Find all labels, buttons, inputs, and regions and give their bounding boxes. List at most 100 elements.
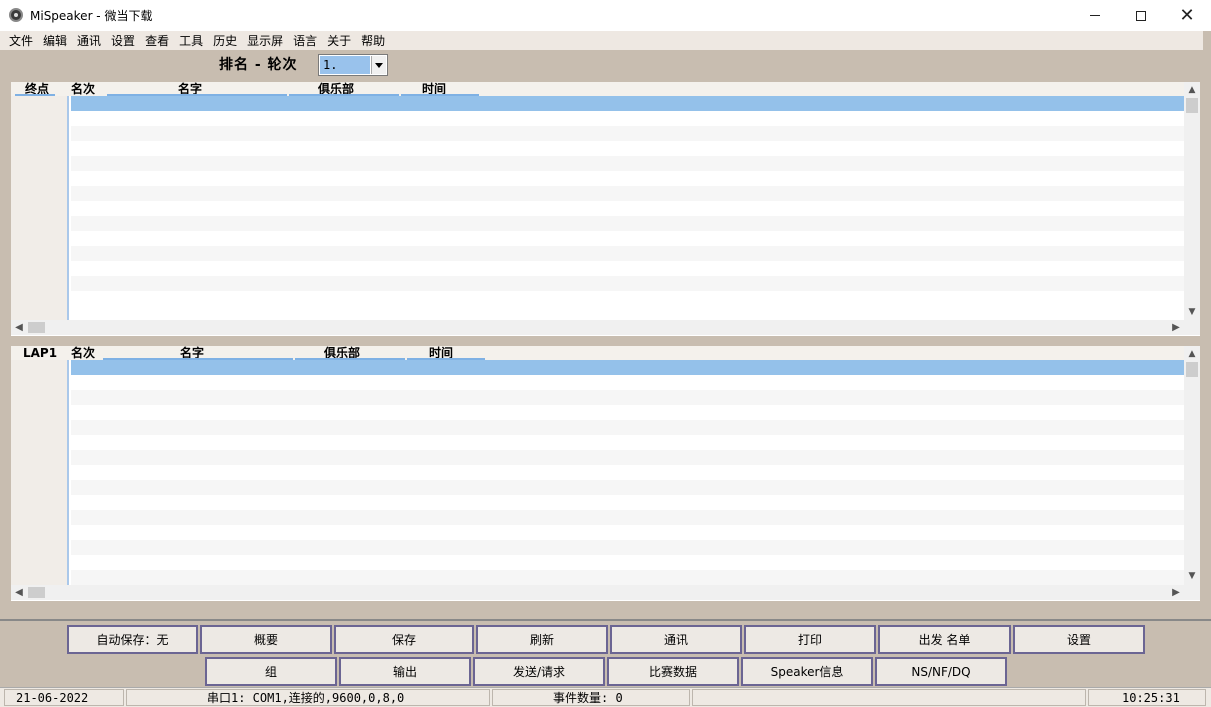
settings-button[interactable]: 设置: [1013, 625, 1145, 654]
table-row[interactable]: [71, 450, 1184, 465]
table-row[interactable]: [71, 156, 1184, 171]
table-row[interactable]: [71, 291, 1184, 306]
grid-rows: [71, 96, 1184, 306]
maximize-button[interactable]: [1118, 0, 1164, 31]
chevron-down-icon[interactable]: [371, 56, 386, 74]
table-row[interactable]: [71, 540, 1184, 555]
menu-history[interactable]: 历史: [208, 32, 242, 49]
output-button[interactable]: 输出: [339, 657, 471, 686]
speaker-info-button[interactable]: Speaker信息: [741, 657, 873, 686]
ranking-label: 排名 - 轮次: [219, 57, 298, 73]
finish-results-grid[interactable]: 终点 名次 名字 俱乐部 时间 ▲ ▼ ◀ ▶: [11, 82, 1200, 336]
grid-header: 终点 名次 名字 俱乐部 时间: [11, 82, 1184, 96]
vertical-scrollbar[interactable]: ▲ ▼: [1184, 82, 1200, 321]
scroll-right-icon[interactable]: ▶: [1168, 585, 1184, 600]
table-row[interactable]: [71, 375, 1184, 390]
table-row[interactable]: [71, 510, 1184, 525]
scroll-down-icon[interactable]: ▼: [1184, 304, 1200, 319]
grid-row-header-column: [11, 82, 69, 321]
status-empty: [692, 689, 1086, 706]
minimize-icon: [1090, 15, 1100, 16]
button-panel: 自动保存：无 概要 保存 刷新 通讯 打印 出发 名单 设置 组 输出 发送/请…: [0, 619, 1211, 686]
title-bar: MiSpeaker - 微当下载 ✕: [0, 0, 1211, 31]
maximize-icon: [1136, 10, 1146, 21]
status-port: 串口1: COM1,连接的,9600,0,8,0: [126, 689, 490, 706]
menu-settings[interactable]: 设置: [106, 32, 140, 49]
round-select[interactable]: 1.: [318, 54, 388, 76]
close-button[interactable]: ✕: [1164, 0, 1210, 31]
status-events: 事件数量: 0: [492, 689, 690, 706]
col-header-rank[interactable]: 名次: [71, 346, 95, 360]
window-title: MiSpeaker - 微当下载: [30, 9, 153, 23]
table-row[interactable]: [71, 186, 1184, 201]
grid-row-header-column: [11, 346, 69, 586]
menu-view[interactable]: 查看: [140, 32, 174, 49]
table-row[interactable]: [71, 405, 1184, 420]
minimize-button[interactable]: [1072, 0, 1118, 31]
table-row[interactable]: [71, 171, 1184, 186]
menu-help[interactable]: 帮助: [356, 32, 390, 49]
table-row[interactable]: [71, 390, 1184, 405]
start-list-button[interactable]: 出发 名单: [878, 625, 1011, 654]
table-row[interactable]: [71, 570, 1184, 585]
vertical-scrollbar[interactable]: ▲ ▼: [1184, 346, 1200, 586]
status-date: 21-06-2022: [4, 689, 124, 706]
group-button[interactable]: 组: [205, 657, 337, 686]
scroll-thumb[interactable]: [1186, 362, 1198, 377]
table-row[interactable]: [71, 201, 1184, 216]
table-row[interactable]: [71, 231, 1184, 246]
status-bar: 21-06-2022 串口1: COM1,连接的,9600,0,8,0 事件数量…: [0, 687, 1211, 707]
autosave-button[interactable]: 自动保存：无: [67, 625, 198, 654]
menu-edit[interactable]: 编辑: [38, 32, 72, 49]
scroll-left-icon[interactable]: ◀: [11, 320, 27, 335]
col-header-rank[interactable]: 名次: [71, 82, 95, 96]
table-row[interactable]: [71, 111, 1184, 126]
table-row[interactable]: [71, 246, 1184, 261]
table-row[interactable]: [71, 435, 1184, 450]
scroll-up-icon[interactable]: ▲: [1184, 346, 1200, 361]
grid-corner-label: LAP1: [23, 346, 58, 360]
save-button[interactable]: 保存: [334, 625, 474, 654]
lap-results-grid[interactable]: LAP1 名次 名字 俱乐部 时间 ▲ ▼ ◀ ▶: [11, 346, 1200, 601]
scroll-thumb[interactable]: [28, 587, 45, 598]
app-icon: [9, 8, 23, 22]
table-row[interactable]: [71, 465, 1184, 480]
table-row[interactable]: [71, 555, 1184, 570]
scroll-thumb[interactable]: [1186, 98, 1198, 113]
print-button[interactable]: 打印: [744, 625, 876, 654]
menu-file[interactable]: 文件: [4, 32, 38, 49]
table-row[interactable]: [71, 495, 1184, 510]
table-row[interactable]: [71, 276, 1184, 291]
table-row[interactable]: [71, 261, 1184, 276]
race-data-button[interactable]: 比赛数据: [607, 657, 739, 686]
refresh-button[interactable]: 刷新: [476, 625, 608, 654]
scroll-right-icon[interactable]: ▶: [1168, 320, 1184, 335]
overview-button[interactable]: 概要: [200, 625, 332, 654]
comm-button[interactable]: 通讯: [610, 625, 742, 654]
status-time: 10:25:31: [1088, 689, 1206, 706]
scroll-left-icon[interactable]: ◀: [11, 585, 27, 600]
grid-rows: [71, 360, 1184, 585]
table-row[interactable]: [71, 480, 1184, 495]
scroll-thumb[interactable]: [28, 322, 45, 333]
menu-tools[interactable]: 工具: [174, 32, 208, 49]
horizontal-scrollbar[interactable]: ◀ ▶: [11, 585, 1200, 600]
table-row[interactable]: [71, 216, 1184, 231]
horizontal-scrollbar[interactable]: ◀ ▶: [11, 320, 1200, 335]
table-row[interactable]: [71, 525, 1184, 540]
ns-nf-dq-button[interactable]: NS/NF/DQ: [875, 657, 1007, 686]
header-underline: [15, 94, 55, 96]
table-row[interactable]: [71, 126, 1184, 141]
menu-about[interactable]: 关于: [322, 32, 356, 49]
menu-display[interactable]: 显示屏: [242, 32, 288, 49]
send-request-button[interactable]: 发送/请求: [473, 657, 605, 686]
scroll-up-icon[interactable]: ▲: [1184, 82, 1200, 97]
menu-comm[interactable]: 通讯: [72, 32, 106, 49]
table-row[interactable]: [71, 96, 1184, 111]
close-icon: ✕: [1179, 5, 1195, 26]
table-row[interactable]: [71, 360, 1184, 375]
menu-language[interactable]: 语言: [288, 32, 322, 49]
scroll-down-icon[interactable]: ▼: [1184, 568, 1200, 583]
table-row[interactable]: [71, 141, 1184, 156]
table-row[interactable]: [71, 420, 1184, 435]
